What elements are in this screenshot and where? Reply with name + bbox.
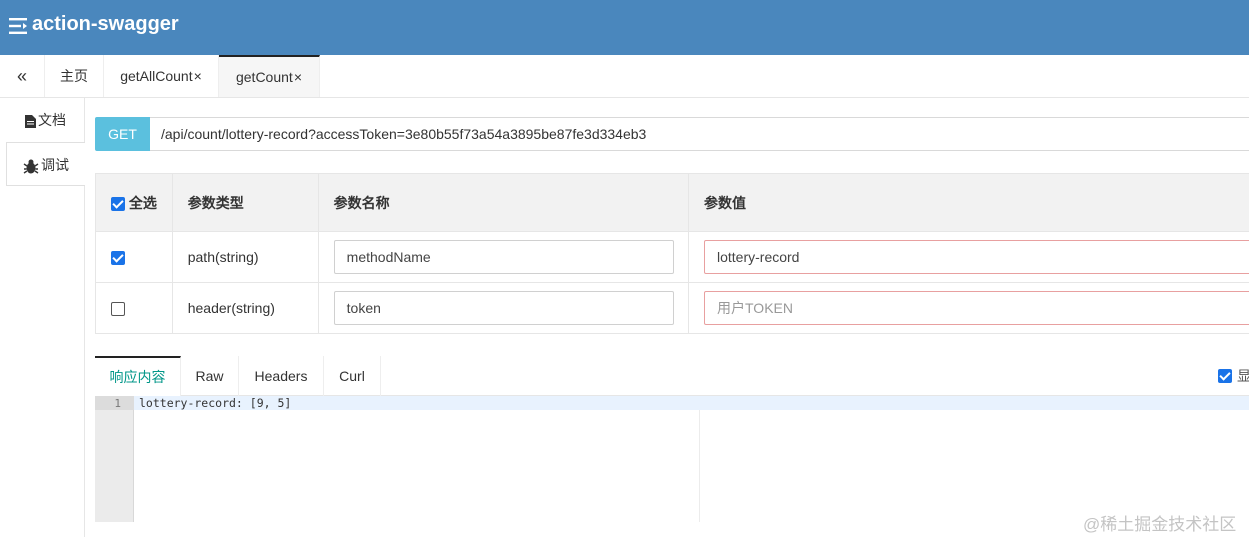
param-value-input[interactable]: 用户TOKEN [704, 291, 1249, 325]
tab-getcount[interactable]: getCount× [219, 55, 320, 97]
select-all-header: 全选 [95, 173, 173, 232]
row-check-cell [95, 231, 173, 283]
row-checkbox[interactable] [111, 302, 125, 317]
close-icon[interactable]: × [294, 69, 302, 85]
double-chevron-left-icon: « [16, 66, 27, 86]
tab-getcount-label: getCount [235, 69, 293, 85]
watermark: @稀土掘金技术社区 [1083, 515, 1237, 534]
print-margin [699, 410, 700, 522]
menu-icon[interactable] [9, 17, 29, 35]
tab-home[interactable]: 主页 [45, 55, 104, 97]
tab-home-label: 主页 [60, 68, 88, 84]
param-value-cell: 用户TOKEN [688, 282, 1249, 334]
table-row: path(string) methodName lottery-record [95, 231, 1249, 283]
param-type: header(string) [171, 282, 319, 334]
param-value-header: 参数值 [688, 173, 1249, 232]
page-tab-bar: « 主页 getAllCount× getCount× [0, 55, 1249, 98]
file-icon [25, 114, 36, 128]
collapse-tabs-button[interactable]: « [0, 55, 45, 97]
param-value-cell: lottery-record [688, 231, 1249, 283]
sidenav-item-docs[interactable]: 文档 [6, 98, 85, 142]
param-name-input[interactable]: token [333, 291, 674, 325]
tab-curl[interactable]: Curl [324, 356, 381, 396]
row-check-cell [95, 282, 173, 334]
param-name-cell: methodName [317, 231, 690, 283]
sidenav-item-docs-label: 文档 [38, 112, 66, 128]
tab-response-content[interactable]: 响应内容 [95, 356, 181, 396]
http-method-badge: GET [95, 117, 150, 151]
params-header-row: 全选 参数类型 参数名称 参数值 [95, 173, 1249, 232]
param-name-cell: token [317, 282, 690, 334]
show-toggle-label: 显 [1237, 368, 1249, 384]
response-tab-bar: 响应内容 Raw Headers Curl [95, 356, 1249, 396]
tab-raw[interactable]: Raw [181, 356, 239, 396]
sidenav-item-debug-label: 调试 [41, 157, 69, 173]
response-editor[interactable]: 1 lottery-record: [9, 5] [95, 396, 1249, 522]
close-icon[interactable]: × [194, 68, 202, 84]
sidenav-item-debug[interactable]: 调试 [6, 142, 85, 186]
select-all-label: 全选 [128, 194, 157, 211]
param-name-input[interactable]: methodName [333, 240, 674, 274]
request-url-field[interactable]: /api/count/lottery-record?accessToken=3e… [150, 117, 1249, 151]
param-value-input[interactable]: lottery-record [704, 240, 1249, 274]
tab-getallcount-label: getAllCount [120, 68, 193, 84]
tab-headers[interactable]: Headers [239, 356, 324, 396]
app-title: action-swagger [32, 13, 179, 35]
param-name-header: 参数名称 [317, 173, 690, 232]
param-type: path(string) [171, 231, 319, 283]
bug-icon [23, 159, 39, 174]
app-header: action-swagger [0, 0, 1249, 55]
side-nav: 文档 调试 [0, 98, 85, 537]
params-table: 全选 参数类型 参数名称 参数值 path(string) methodName… [95, 173, 1249, 334]
tab-getallcount[interactable]: getAllCount× [104, 55, 219, 97]
editor-gutter: 1 [95, 396, 134, 522]
code-line: lottery-record: [9, 5] [139, 396, 292, 410]
line-number: 1 [114, 397, 121, 410]
param-type-header: 参数类型 [171, 173, 319, 232]
row-checkbox[interactable] [111, 251, 125, 266]
table-row: header(string) token 用户TOKEN [95, 282, 1249, 334]
select-all-checkbox[interactable] [111, 196, 125, 211]
show-toggle-checkbox[interactable] [1218, 369, 1232, 383]
